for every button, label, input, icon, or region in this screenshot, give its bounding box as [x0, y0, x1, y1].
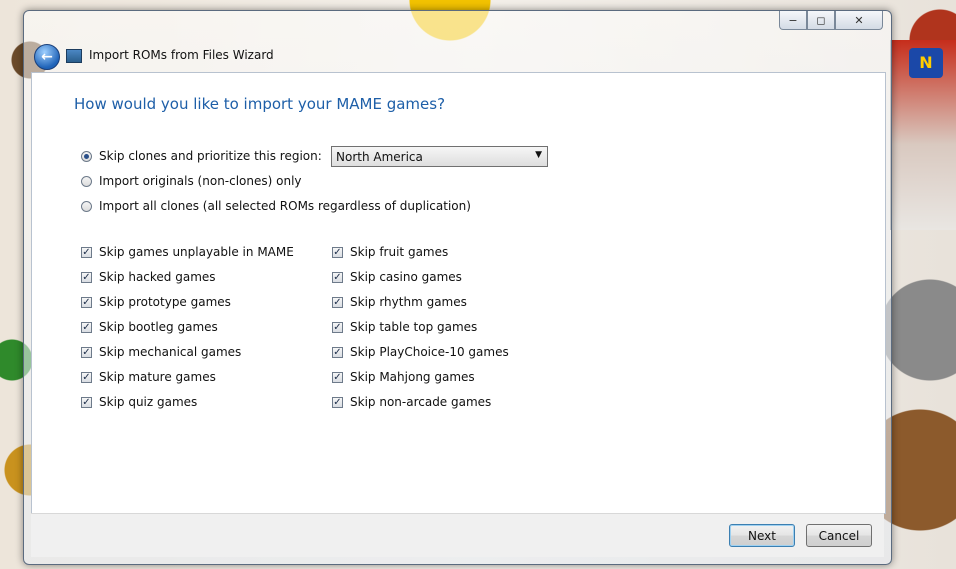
- radio-skip-clones[interactable]: Skip clones and prioritize this region:: [81, 149, 322, 163]
- checkbox-label: Skip PlayChoice-10 games: [350, 345, 509, 359]
- radio-import-originals[interactable]: Import originals (non-clones) only: [81, 174, 302, 188]
- checkbox-skip-quiz[interactable]: ✓ Skip quiz games: [81, 395, 197, 409]
- checkmark-icon[interactable]: ✓: [81, 321, 92, 333]
- checkbox-label: Skip mechanical games: [99, 345, 242, 359]
- checkbox-skip-table-top[interactable]: ✓ Skip table top games: [332, 320, 477, 334]
- checkbox-skip-mechanical[interactable]: ✓ Skip mechanical games: [81, 345, 241, 359]
- checkmark-icon[interactable]: ✓: [332, 246, 343, 258]
- checkmark-icon[interactable]: ✓: [332, 396, 343, 408]
- checkmark-icon[interactable]: ✓: [81, 271, 92, 283]
- checkmark-icon[interactable]: ✓: [332, 346, 343, 358]
- page-heading: How would you like to import your MAME g…: [74, 95, 446, 113]
- checkbox-skip-non-arcade[interactable]: ✓ Skip non-arcade games: [332, 395, 491, 409]
- checkmark-icon[interactable]: ✓: [81, 246, 92, 258]
- radio-import-all-clones[interactable]: Import all clones (all selected ROMs reg…: [81, 199, 471, 213]
- checkbox-label: Skip fruit games: [350, 245, 449, 259]
- app-icon: [66, 49, 82, 63]
- checkmark-icon[interactable]: ✓: [81, 346, 92, 358]
- n64-logo: N: [909, 48, 943, 78]
- checkbox-skip-rhythm[interactable]: ✓ Skip rhythm games: [332, 295, 467, 309]
- checkbox-skip-mahjong[interactable]: ✓ Skip Mahjong games: [332, 370, 475, 384]
- wizard-content: How would you like to import your MAME g…: [31, 72, 886, 514]
- checkbox-label: Skip non-arcade games: [350, 395, 492, 409]
- region-dropdown-value: North America: [336, 149, 423, 164]
- checkbox-label: Skip games unplayable in MAME: [99, 245, 294, 259]
- checkbox-skip-bootleg[interactable]: ✓ Skip bootleg games: [81, 320, 218, 334]
- back-arrow-icon[interactable]: ←: [34, 44, 60, 70]
- checkmark-icon[interactable]: ✓: [81, 396, 92, 408]
- checkmark-icon[interactable]: ✓: [332, 371, 343, 383]
- checkbox-label: Skip quiz games: [99, 395, 198, 409]
- checkbox-skip-playchoice[interactable]: ✓ Skip PlayChoice-10 games: [332, 345, 509, 359]
- checkbox-skip-fruit[interactable]: ✓ Skip fruit games: [332, 245, 448, 259]
- chevron-down-icon: ▼: [535, 150, 542, 160]
- wizard-window: − ◻ ✕ ← Import ROMs from Files Wizard Ho…: [23, 10, 892, 565]
- checkmark-icon[interactable]: ✓: [332, 296, 343, 308]
- region-dropdown[interactable]: North America ▼: [331, 146, 548, 167]
- wizard-footer: Next Cancel: [31, 513, 884, 557]
- checkbox-label: Skip hacked games: [99, 270, 216, 284]
- checkbox-label: Skip mature games: [99, 370, 216, 384]
- radio-button[interactable]: [81, 200, 92, 212]
- next-button[interactable]: Next: [729, 524, 795, 547]
- cancel-button[interactable]: Cancel: [806, 524, 872, 547]
- radio-label: Skip clones and prioritize this region:: [99, 149, 322, 163]
- checkbox-skip-mature[interactable]: ✓ Skip mature games: [81, 370, 216, 384]
- checkbox-label: Skip table top games: [350, 320, 478, 334]
- close-button[interactable]: ✕: [835, 11, 883, 30]
- checkmark-icon[interactable]: ✓: [81, 296, 92, 308]
- caption-buttons: − ◻ ✕: [779, 11, 883, 30]
- window-title: Import ROMs from Files Wizard: [89, 48, 274, 62]
- checkbox-skip-casino[interactable]: ✓ Skip casino games: [332, 270, 462, 284]
- checkbox-skip-hacked[interactable]: ✓ Skip hacked games: [81, 270, 216, 284]
- minimize-button[interactable]: −: [779, 11, 807, 30]
- checkmark-icon[interactable]: ✓: [332, 321, 343, 333]
- checkbox-label: Skip casino games: [350, 270, 462, 284]
- radio-label: Import originals (non-clones) only: [99, 174, 302, 188]
- checkbox-label: Skip rhythm games: [350, 295, 467, 309]
- checkbox-label: Skip Mahjong games: [350, 370, 475, 384]
- radio-button[interactable]: [81, 175, 92, 187]
- radio-button-selected[interactable]: [81, 150, 92, 162]
- checkbox-skip-unplayable[interactable]: ✓ Skip games unplayable in MAME: [81, 245, 294, 259]
- checkbox-label: Skip bootleg games: [99, 320, 218, 334]
- checkmark-icon[interactable]: ✓: [332, 271, 343, 283]
- background-game-box: N: [890, 40, 956, 230]
- checkmark-icon[interactable]: ✓: [81, 371, 92, 383]
- maximize-button[interactable]: ◻: [807, 11, 835, 30]
- checkbox-label: Skip prototype games: [99, 295, 231, 309]
- checkbox-skip-prototype[interactable]: ✓ Skip prototype games: [81, 295, 231, 309]
- radio-label: Import all clones (all selected ROMs reg…: [99, 199, 471, 213]
